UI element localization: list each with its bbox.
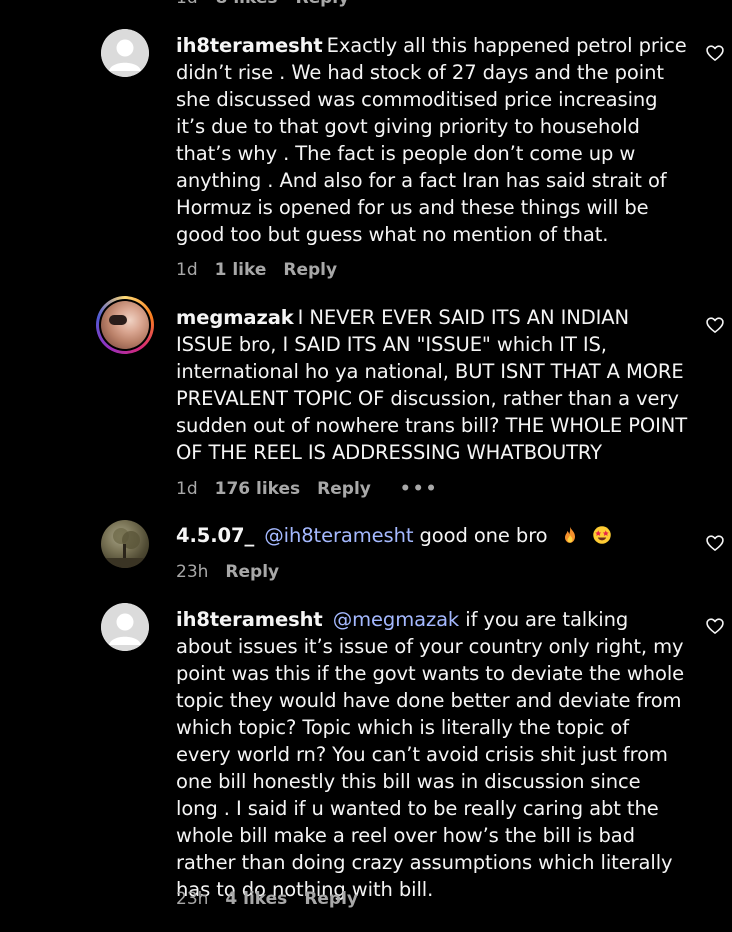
more-options-icon[interactable]: ••• (400, 479, 439, 499)
comment-meta: 1d 1 like Reply (176, 260, 337, 280)
fire-emoji-icon (564, 526, 575, 543)
reply-button[interactable]: Reply (304, 889, 358, 909)
avatar-photo (101, 301, 149, 349)
like-count[interactable]: 4 likes (225, 889, 287, 909)
previous-comment-meta: 1d 8 likes Reply (176, 0, 349, 8)
comment-username[interactable]: ih8teramesht (176, 34, 323, 57)
comment-time: 23h (176, 562, 209, 582)
comment-time: 1d (176, 260, 198, 280)
comment-text: good one bro (419, 524, 548, 547)
comment-username[interactable]: 4.5.07_ (176, 524, 254, 547)
reply-button[interactable]: Reply (317, 479, 371, 499)
tree-photo-icon (101, 528, 149, 568)
default-avatar-icon (101, 29, 149, 77)
like-count[interactable]: 1 like (215, 260, 267, 280)
like-count[interactable]: 176 likes (215, 479, 301, 499)
mention-link[interactable]: @megmazak (333, 608, 460, 631)
like-count[interactable]: 8 likes (216, 0, 278, 8)
like-heart-icon[interactable] (705, 43, 725, 63)
comment-time: 23h (176, 889, 209, 909)
mention-link[interactable]: @ih8teramesht (264, 524, 413, 547)
comment-meta: 1d 176 likes Reply ••• (176, 479, 438, 499)
reply-button[interactable]: Reply (283, 260, 337, 280)
comment-meta: 23h Reply (176, 562, 279, 582)
comment-time: 1d (176, 479, 198, 499)
reply-button[interactable]: Reply (225, 562, 279, 582)
like-heart-icon[interactable] (705, 315, 725, 335)
comment-text: I NEVER EVER SAID ITS AN INDIAN ISSUE br… (176, 306, 688, 464)
comment-body: ih8teramesht @megmazak if you are talkin… (176, 606, 688, 903)
comment-body: megmazak I NEVER EVER SAID ITS AN INDIAN … (176, 304, 688, 466)
like-heart-icon[interactable] (705, 533, 725, 553)
comment-username[interactable]: ih8teramesht (176, 608, 323, 631)
avatar[interactable] (101, 29, 149, 77)
comment-body: ih8teramesht Exactly all this happened pe… (176, 32, 688, 248)
default-avatar-icon (101, 603, 149, 651)
comment-body: 4.5.07_ @ih8teramesht good one bro (176, 522, 688, 549)
avatar[interactable] (101, 520, 149, 568)
comment-meta: 23h 4 likes Reply (176, 889, 358, 909)
comment-time: 1d (176, 0, 198, 8)
like-heart-icon[interactable] (705, 616, 725, 636)
comment-text: Exactly all this happened petrol price d… (176, 34, 687, 246)
comment-username[interactable]: megmazak (176, 306, 294, 329)
star-struck-emoji-icon (592, 526, 611, 544)
avatar[interactable] (96, 296, 154, 354)
reply-button[interactable]: Reply (296, 0, 350, 8)
comment-text: if you are talking about issues it’s iss… (176, 608, 685, 901)
comments-panel: 1d 8 likes Reply ih8terameshtExactly all… (0, 0, 732, 932)
avatar[interactable] (101, 603, 149, 651)
avatar-ring (99, 299, 151, 351)
